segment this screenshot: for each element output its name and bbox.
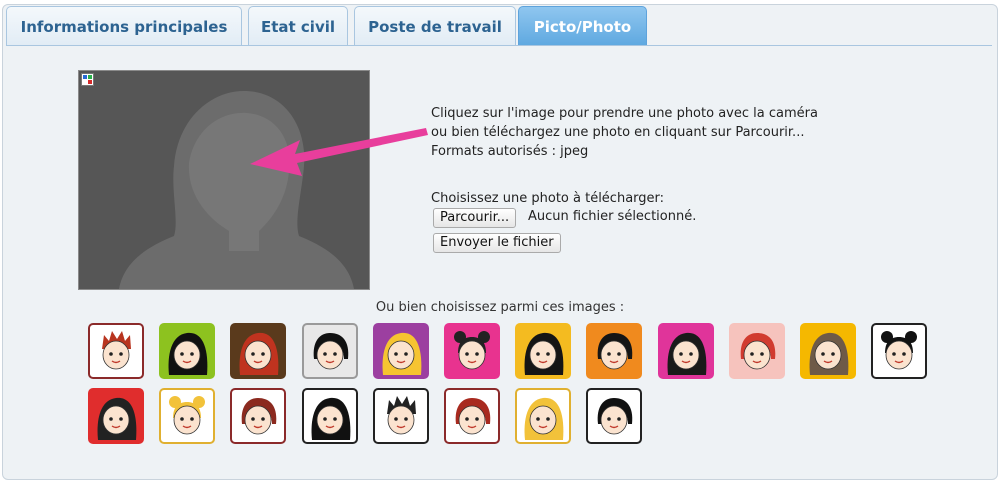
avatar-option[interactable] — [159, 323, 216, 379]
avatar-option[interactable] — [301, 323, 358, 379]
tab-informations-principales[interactable]: Informations principales — [6, 6, 242, 46]
tab-etat-civil[interactable]: Etat civil — [248, 6, 348, 46]
avatar-option[interactable] — [88, 388, 144, 444]
avatar-option[interactable] — [800, 323, 856, 379]
avatar-option[interactable] — [657, 323, 714, 379]
avatar-option[interactable] — [871, 323, 928, 379]
browse-button[interactable]: Parcourir... — [433, 208, 517, 228]
avatar-option[interactable] — [728, 323, 785, 379]
tab-underline — [6, 45, 992, 46]
avatar-option[interactable] — [586, 323, 643, 379]
avatar-option[interactable] — [301, 388, 358, 444]
broken-image-icon — [81, 73, 94, 86]
upload-label: Choisissez une photo à télécharger: — [431, 191, 665, 206]
avatar-option[interactable] — [515, 323, 572, 379]
avatar-option[interactable] — [515, 388, 572, 444]
avatar-option[interactable] — [372, 323, 429, 379]
info-text: Cliquez sur l'image pour prendre une pho… — [431, 104, 818, 161]
info-line-2: ou bien téléchargez une photo en cliquan… — [431, 125, 805, 140]
no-file-text: Aucun fichier sélectionné. — [528, 209, 697, 224]
info-line-1: Cliquez sur l'image pour prendre une pho… — [431, 106, 818, 121]
tab-poste-de-travail[interactable]: Poste de travail — [354, 6, 516, 46]
send-file-button[interactable]: Envoyer le fichier — [433, 233, 561, 253]
avatar-option[interactable] — [444, 388, 500, 444]
avatars-label: Ou bien choisissez parmi ces images : — [375, 300, 625, 315]
info-line-3: Formats autorisés : jpeg — [431, 144, 589, 159]
pink-arrow-icon — [250, 128, 428, 176]
avatar-option[interactable] — [586, 388, 643, 444]
avatar-option[interactable] — [159, 388, 216, 444]
avatar-option[interactable] — [230, 388, 287, 444]
tab-picto-photo[interactable]: Picto/Photo — [518, 6, 647, 46]
avatar-option[interactable] — [444, 323, 500, 379]
avatar-option[interactable] — [230, 323, 287, 379]
avatar-option[interactable] — [88, 323, 144, 379]
avatar-option[interactable] — [372, 388, 429, 444]
